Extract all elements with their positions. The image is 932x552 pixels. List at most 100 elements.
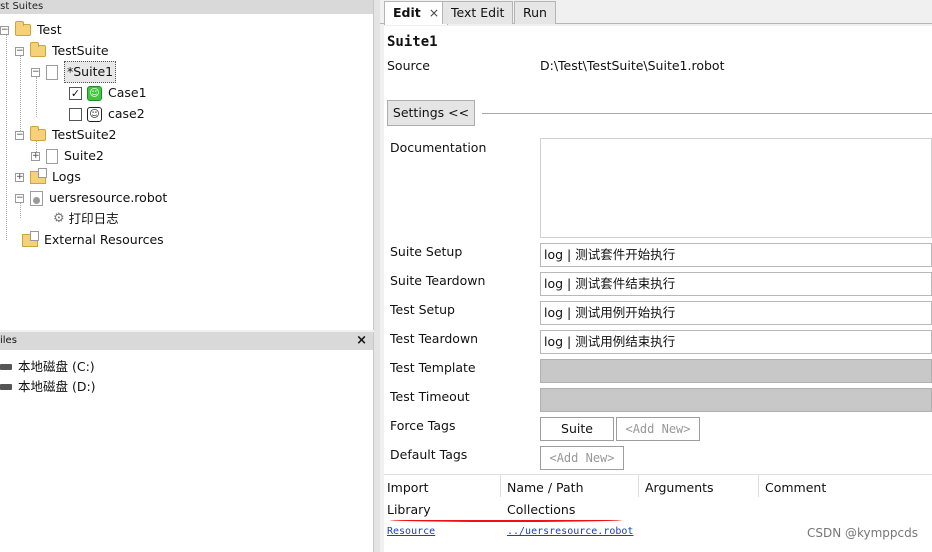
tree-node-label: Logs (52, 169, 81, 184)
tab-text-edit[interactable]: Text Edit (442, 1, 514, 24)
tree-node-label: Suite2 (64, 148, 104, 163)
logs-folder-icon (30, 167, 47, 184)
gear-icon: ⚙ (53, 211, 65, 226)
force-tags-label: Force Tags (390, 418, 456, 433)
external-resources-icon (22, 230, 39, 247)
tree-node-case1[interactable]: ✓ ☺ Case1 (69, 83, 147, 103)
suite-teardown-label: Suite Teardown (390, 273, 486, 288)
red-annotation-underline (390, 518, 622, 522)
column-header-name-path: Name / Path (507, 480, 584, 495)
collapse-icon[interactable]: − (15, 193, 24, 203)
case1-checkbox[interactable]: ✓ (69, 86, 82, 100)
tree-node-external-resources[interactable]: External Resources (22, 230, 164, 250)
collapse-icon[interactable]: − (15, 130, 24, 140)
files-panel: iles × 本地磁盘 (C:) 本地磁盘 (D:) (0, 332, 374, 552)
tab-bar: Edit × Text Edit Run (380, 0, 932, 25)
force-tags-add-new[interactable]: <Add New> (616, 417, 700, 441)
suite-setup-label: Suite Setup (390, 244, 463, 259)
folder-icon (30, 126, 46, 141)
column-separator (758, 475, 759, 497)
collapse-icon[interactable]: − (0, 25, 9, 35)
file-icon (46, 148, 58, 164)
files-header-label: iles (0, 335, 17, 346)
suite-setup-field[interactable]: log | 测试套件开始执行 (540, 243, 932, 267)
tree-node-test[interactable]: − Test (0, 20, 62, 40)
expand-icon[interactable]: + (15, 172, 24, 182)
tree-guide-line (36, 77, 37, 117)
column-separator (500, 475, 501, 497)
test-teardown-field[interactable]: log | 测试用例结束执行 (540, 330, 932, 354)
test-setup-label: Test Setup (390, 302, 455, 317)
import-type-cell[interactable]: Resource (387, 521, 435, 543)
column-header-arguments: Arguments (645, 480, 714, 495)
tree-node-label: *Suite1 (64, 61, 117, 83)
test-case-icon: ☺ (87, 106, 102, 122)
folder-icon (15, 21, 31, 36)
test-template-field[interactable] (540, 359, 932, 383)
tree-node-label: uersresource.robot (49, 190, 168, 205)
tree-node-label: Test (37, 22, 62, 37)
test-timeout-label: Test Timeout (390, 389, 470, 404)
tab-label: Text Edit (451, 5, 505, 20)
drive-label: 本地磁盘 (D:) (18, 379, 96, 394)
test-template-label: Test Template (390, 360, 476, 375)
tree-node-suite1[interactable]: − *Suite1 (31, 61, 117, 83)
close-icon[interactable]: × (429, 5, 439, 20)
tree-node-logs[interactable]: + Logs (15, 167, 81, 187)
tree-node-resource[interactable]: − uersresource.robot (15, 188, 167, 208)
tree-node-label: 打印日志 (68, 211, 119, 226)
tab-edit[interactable]: Edit × (384, 1, 449, 25)
tree-node-case2[interactable]: ☺ case2 (69, 104, 145, 124)
import-table: Import Name / Path Arguments Comment Lib… (384, 474, 932, 552)
suite-teardown-field[interactable]: log | 测试套件结束执行 (540, 272, 932, 296)
file-icon (46, 64, 58, 80)
source-label: Source (387, 58, 430, 73)
test-timeout-field[interactable] (540, 388, 932, 412)
test-teardown-label: Test Teardown (390, 331, 479, 346)
test-setup-field[interactable]: log | 测试用例开始执行 (540, 301, 932, 325)
close-icon[interactable]: × (356, 332, 367, 350)
tree-guide-line (20, 55, 21, 135)
force-tag-suite[interactable]: Suite (540, 417, 614, 441)
tree-node-label: TestSuite2 (52, 127, 117, 142)
default-tags-label: Default Tags (390, 447, 468, 462)
import-name-link[interactable]: ../uersresource.robot (507, 521, 633, 543)
collapse-icon[interactable]: − (15, 46, 24, 56)
column-header-comment: Comment (765, 480, 827, 495)
tab-label: Run (523, 5, 547, 20)
drive-label: 本地磁盘 (C:) (18, 359, 95, 374)
drive-d[interactable]: 本地磁盘 (D:) (0, 378, 96, 396)
tree-node-suite2[interactable]: + Suite2 (31, 146, 104, 166)
documentation-field[interactable] (540, 138, 932, 238)
tree-node-label: Case1 (108, 85, 147, 100)
folder-icon (30, 42, 46, 57)
tree-node-label: TestSuite (52, 43, 109, 58)
settings-toggle-button[interactable]: Settings << (387, 100, 475, 126)
test-case-passed-icon: ☺ (87, 85, 102, 101)
tree-node-testsuite2[interactable]: − TestSuite2 (15, 125, 117, 145)
collapse-icon[interactable]: − (31, 67, 40, 77)
documentation-label: Documentation (390, 140, 487, 155)
drive-icon (0, 364, 12, 370)
suite-title: Suite1 (387, 34, 438, 50)
drive-c[interactable]: 本地磁盘 (C:) (0, 358, 95, 376)
default-tags-add-new[interactable]: <Add New> (540, 446, 624, 470)
tab-label: Edit (393, 5, 421, 20)
watermark: CSDN @kymppcds (806, 526, 918, 540)
resource-file-icon (30, 190, 43, 206)
tree-node-label: External Resources (44, 232, 164, 247)
tree-node-keyword[interactable]: ⚙ 打印日志 (53, 209, 119, 229)
tree-guide-line (6, 34, 7, 240)
tree-node-label: case2 (108, 106, 145, 121)
expand-icon[interactable]: + (31, 151, 40, 161)
column-header-import: Import (387, 480, 429, 495)
tab-run[interactable]: Run (514, 1, 556, 24)
settings-divider (482, 113, 932, 114)
case2-checkbox[interactable] (69, 107, 82, 121)
column-separator (638, 475, 639, 497)
source-path: D:\Test\TestSuite\Suite1.robot (540, 58, 725, 73)
tree-node-testsuite[interactable]: − TestSuite (15, 41, 109, 61)
drive-icon (0, 384, 12, 390)
files-header: iles × (0, 332, 373, 350)
test-suites-panel: est Suites − Test − TestSuite − *Suite1 … (0, 0, 374, 330)
